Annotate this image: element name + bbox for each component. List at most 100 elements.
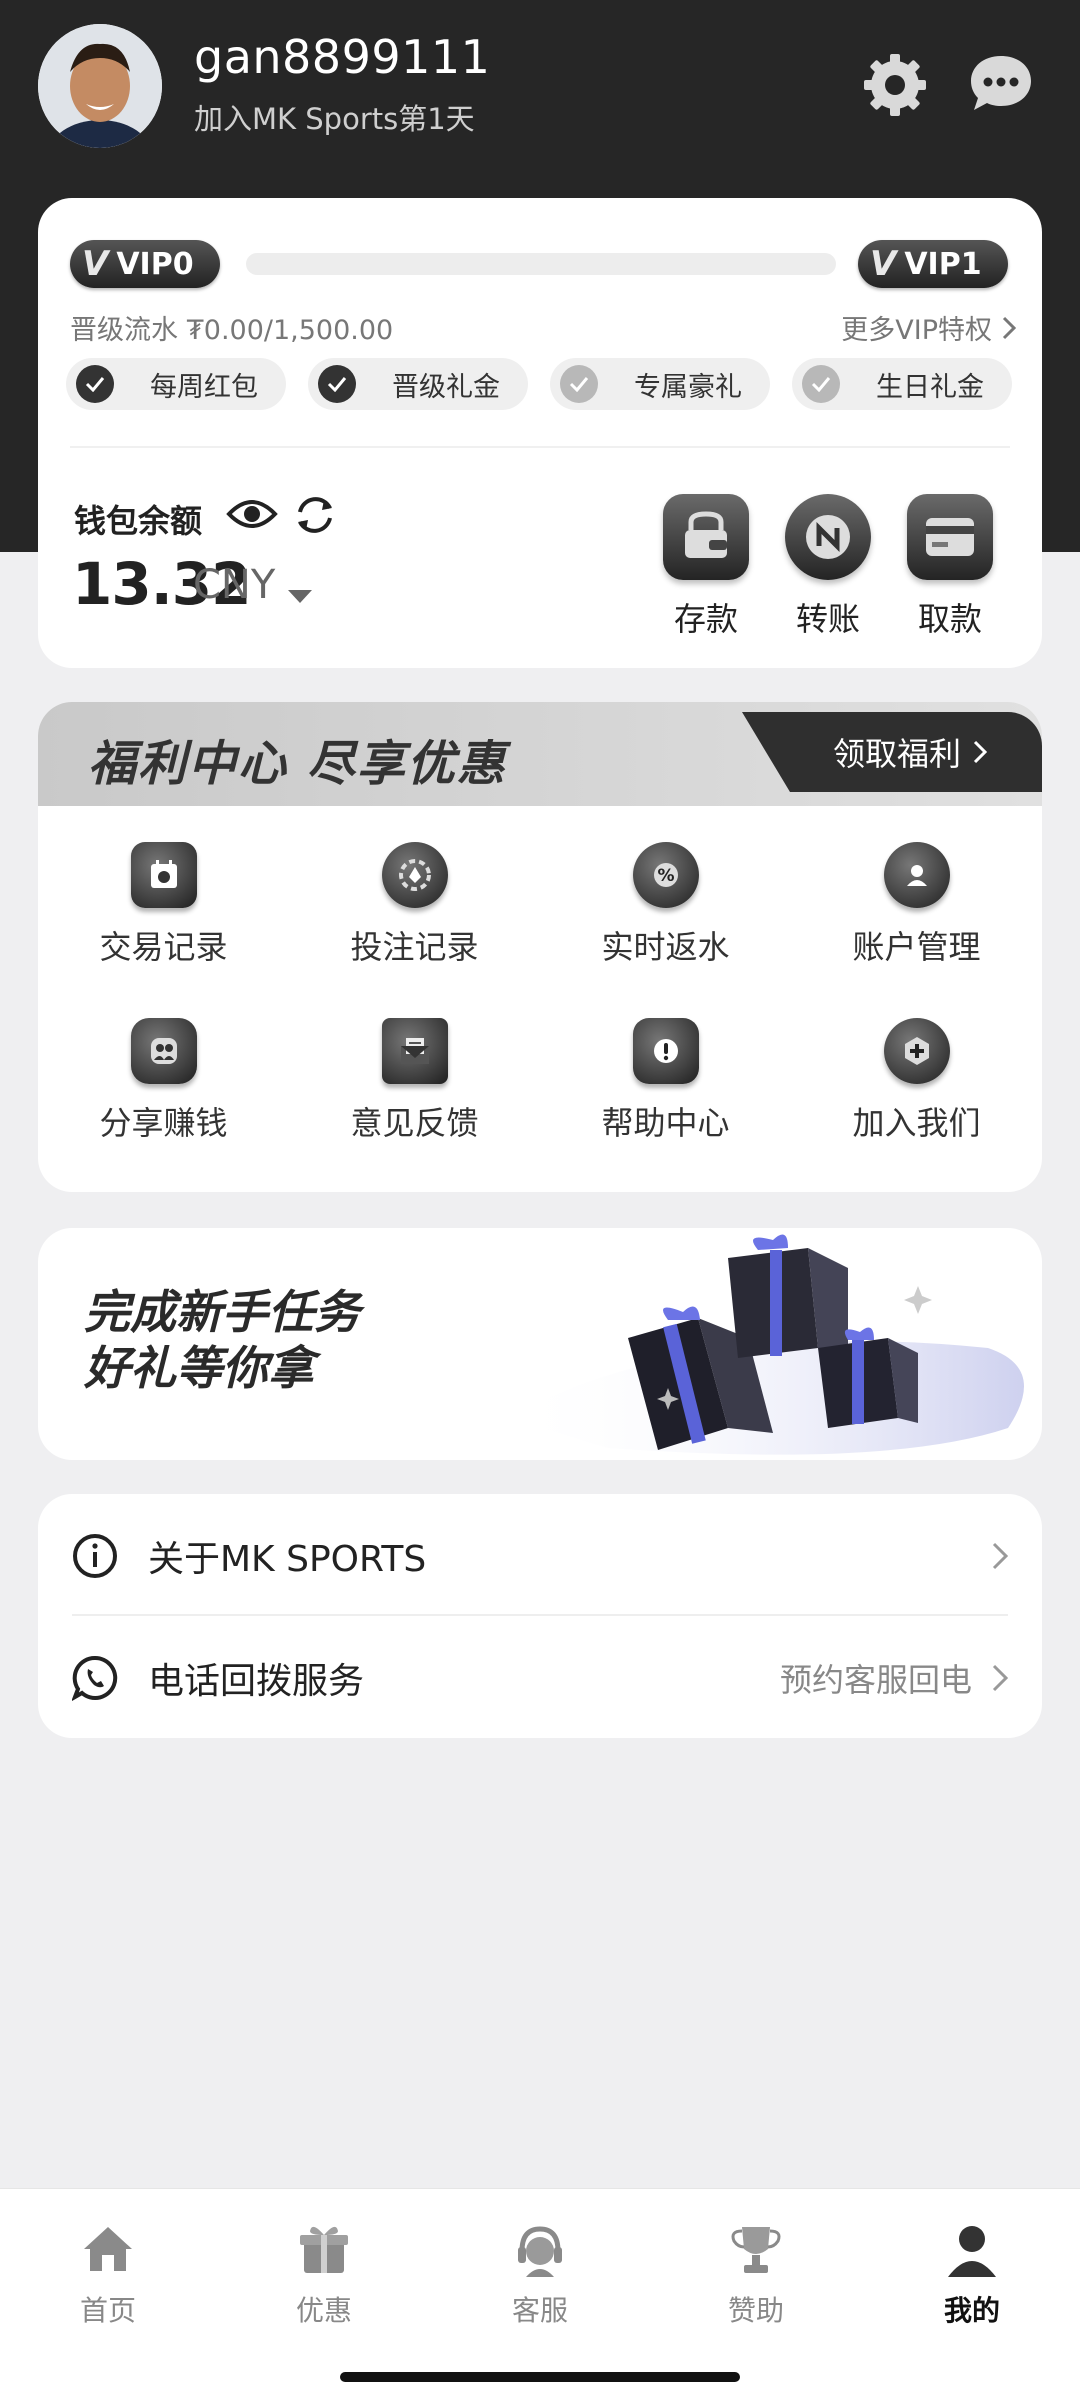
calendar-icon bbox=[130, 842, 197, 908]
about-row[interactable]: 关于MK SPORTS bbox=[38, 1496, 1042, 1616]
deposit-button[interactable]: 存款 bbox=[660, 494, 752, 640]
tab-promotions[interactable]: 优惠 bbox=[264, 2219, 384, 2329]
help-center[interactable]: 帮助中心 bbox=[540, 1018, 791, 1144]
perk-exclusive-gift[interactable]: 专属豪礼 bbox=[550, 358, 770, 410]
claim-label: 领取福利 bbox=[832, 735, 961, 773]
svg-text:%: % bbox=[657, 866, 674, 886]
share-earn[interactable]: 分享赚钱 bbox=[38, 1018, 289, 1144]
check-icon bbox=[318, 365, 356, 403]
callback-label: 电话回拨服务 bbox=[148, 1661, 365, 1702]
chevron-right-icon bbox=[992, 1542, 1008, 1570]
item-label: 帮助中心 bbox=[601, 1104, 730, 1142]
home-icon bbox=[84, 2227, 132, 2271]
vip-progress-bar bbox=[246, 253, 836, 275]
perk-birthday-bonus[interactable]: 生日礼金 bbox=[792, 358, 1012, 410]
banner-line-2: 好礼等你拿 bbox=[84, 1341, 314, 1395]
phone-chat-icon bbox=[72, 1655, 118, 1701]
perk-label: 生日礼金 bbox=[876, 371, 984, 403]
item-label: 账户管理 bbox=[852, 928, 981, 966]
chevron-right-icon bbox=[992, 1664, 1008, 1692]
gear-icon[interactable] bbox=[860, 50, 930, 120]
withdraw-icon bbox=[907, 494, 993, 580]
gift-icon bbox=[300, 2226, 348, 2273]
vip-wallet-card: V VIP0 V VIP1 晋级流水 ₮0.00/1,500.00 更多VIP特权 … bbox=[38, 198, 1042, 668]
chevron-right-icon bbox=[1002, 316, 1016, 339]
account-gear-icon bbox=[883, 842, 950, 908]
deposit-label: 存款 bbox=[673, 600, 738, 638]
users-icon bbox=[130, 1018, 197, 1084]
perk-label: 晋级礼金 bbox=[392, 371, 500, 403]
exclamation-icon bbox=[632, 1018, 699, 1084]
chat-icon[interactable] bbox=[968, 52, 1034, 114]
tab-label: 客服 bbox=[511, 2294, 568, 2327]
item-label: 加入我们 bbox=[852, 1104, 981, 1142]
newbie-task-banner[interactable]: 完成新手任务 好礼等你拿 bbox=[38, 1228, 1042, 1460]
envelope-icon bbox=[381, 1018, 448, 1084]
item-label: 实时返水 bbox=[601, 928, 730, 966]
transaction-records[interactable]: 交易记录 bbox=[38, 842, 289, 968]
perk-label: 每周红包 bbox=[150, 371, 258, 403]
account-management[interactable]: 账户管理 bbox=[791, 842, 1042, 968]
about-label: 关于MK SPORTS bbox=[148, 1539, 427, 1580]
benefit-header: 福利中心 尽享优惠 领取福利 bbox=[38, 702, 1042, 806]
tab-sponsor[interactable]: 赞助 bbox=[696, 2219, 816, 2329]
eye-icon[interactable] bbox=[226, 494, 278, 534]
tab-me[interactable]: 我的 bbox=[912, 2219, 1032, 2329]
joined-days: 加入MK Sports第1天 bbox=[194, 102, 475, 136]
divider bbox=[70, 446, 1010, 448]
check-icon bbox=[802, 365, 840, 403]
tab-label: 首页 bbox=[79, 2294, 136, 2327]
more-vip-label: 更多VIP特权 bbox=[841, 315, 992, 346]
perk-upgrade-bonus[interactable]: 晋级礼金 bbox=[308, 358, 528, 410]
perk-label: 专属豪礼 bbox=[634, 371, 742, 403]
realtime-rebate[interactable]: % 实时返水 bbox=[540, 842, 791, 968]
username: gan8899111 bbox=[194, 30, 491, 84]
transfer-label: 转账 bbox=[795, 600, 860, 638]
benefit-center-card: 福利中心 尽享优惠 领取福利 交易记录 投注记录 % 实时返水 账户管理 分享赚… bbox=[38, 702, 1042, 1192]
vip-flow-text: 晋级流水 ₮0.00/1,500.00 bbox=[70, 315, 394, 346]
avatar[interactable] bbox=[38, 24, 162, 148]
tab-home[interactable]: 首页 bbox=[48, 2219, 168, 2329]
hexagon-plus-icon bbox=[883, 1018, 950, 1084]
info-list-card: 关于MK SPORTS 电话回拨服务 预约客服回电 bbox=[38, 1494, 1042, 1738]
trophy-icon bbox=[731, 2227, 781, 2273]
perk-weekly-bonus[interactable]: 每周红包 bbox=[66, 358, 286, 410]
transfer-button[interactable]: 转账 bbox=[782, 494, 874, 640]
item-label: 投注记录 bbox=[350, 928, 479, 966]
divider bbox=[72, 1614, 1008, 1616]
check-icon bbox=[76, 365, 114, 403]
bottom-tab-bar: 首页 优惠 客服 赞助 我的 bbox=[0, 2188, 1080, 2400]
tab-label: 优惠 bbox=[295, 2294, 352, 2327]
current-vip-badge: V VIP0 bbox=[70, 240, 220, 288]
deposit-icon bbox=[663, 494, 749, 580]
callback-row[interactable]: 电话回拨服务 预约客服回电 bbox=[38, 1618, 1042, 1738]
headset-icon bbox=[518, 2226, 562, 2277]
tab-label: 赞助 bbox=[727, 2294, 784, 2327]
check-icon bbox=[560, 365, 598, 403]
user-icon bbox=[948, 2226, 996, 2277]
currency-selector[interactable]: CNY bbox=[193, 562, 275, 608]
refresh-icon[interactable] bbox=[292, 492, 338, 538]
benefit-title: 福利中心 尽享优惠 bbox=[88, 736, 507, 792]
item-label: 意见反馈 bbox=[350, 1104, 479, 1142]
percent-icon: % bbox=[632, 842, 699, 908]
bet-records[interactable]: 投注记录 bbox=[289, 842, 540, 968]
banner-text: 完成新手任务 好礼等你拿 bbox=[84, 1284, 360, 1396]
transfer-icon bbox=[785, 494, 871, 580]
item-label: 分享赚钱 bbox=[99, 1104, 228, 1142]
banner-line-1: 完成新手任务 bbox=[84, 1285, 360, 1339]
feedback[interactable]: 意见反馈 bbox=[289, 1018, 540, 1144]
tab-label: 我的 bbox=[943, 2294, 1000, 2327]
next-vip-badge: V VIP1 bbox=[858, 240, 1008, 288]
item-label: 交易记录 bbox=[99, 928, 228, 966]
withdraw-label: 取款 bbox=[917, 600, 982, 638]
caret-down-icon[interactable] bbox=[288, 590, 312, 603]
chevron-right-icon bbox=[973, 740, 987, 764]
withdraw-button[interactable]: 取款 bbox=[904, 494, 996, 640]
home-indicator bbox=[340, 2372, 740, 2382]
join-us[interactable]: 加入我们 bbox=[791, 1018, 1042, 1144]
gift-boxes-illustration bbox=[508, 1234, 1024, 1455]
tab-support[interactable]: 客服 bbox=[480, 2219, 600, 2329]
more-vip-link[interactable]: 更多VIP特权 bbox=[841, 308, 1016, 347]
claim-benefits-button[interactable]: 领取福利 bbox=[742, 712, 1042, 792]
